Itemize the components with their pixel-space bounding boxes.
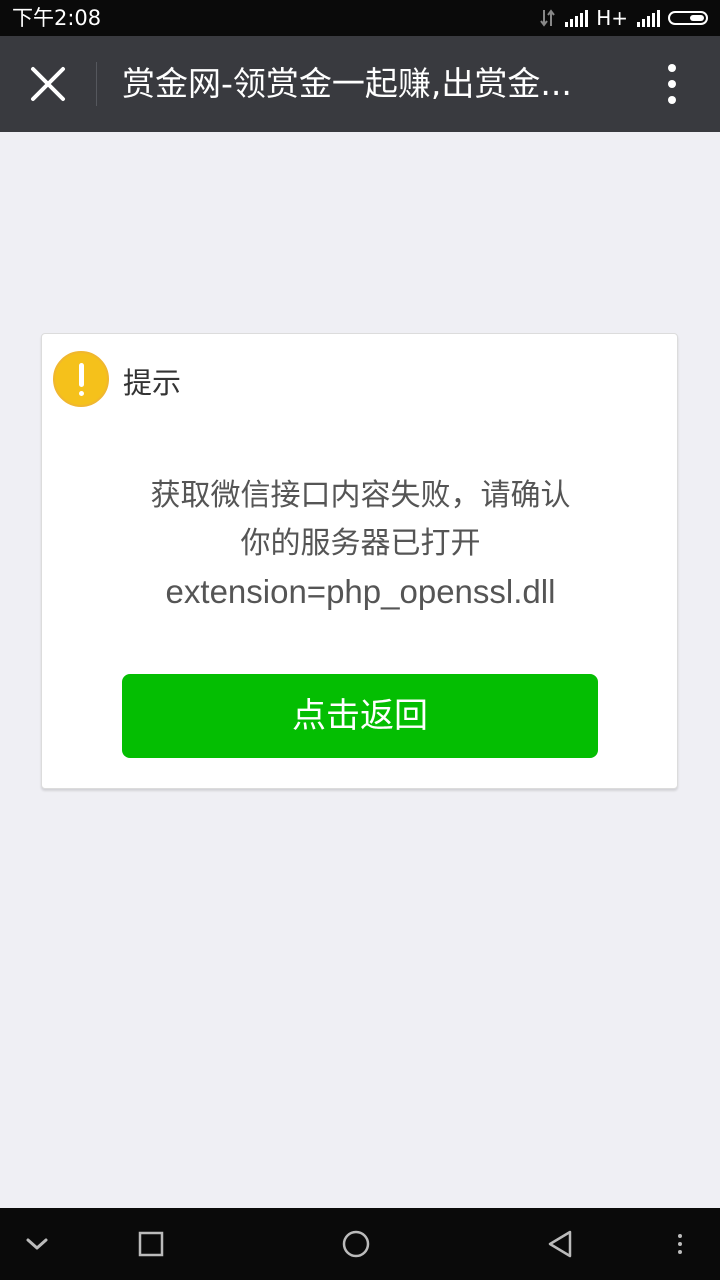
alert-dialog: 提示 获取微信接口内容失败，请确认 你的服务器已打开 extension=php…	[41, 333, 678, 789]
more-vertical-icon[interactable]	[656, 60, 688, 108]
network-type-label: H+	[596, 6, 628, 30]
message-line: 你的服务器已打开	[240, 526, 481, 561]
system-nav-bar	[0, 1208, 720, 1280]
warning-icon	[53, 351, 109, 407]
status-time: 下午2:08	[12, 6, 102, 30]
status-bar: 下午2:08 H+	[0, 0, 720, 36]
close-icon[interactable]	[24, 60, 72, 108]
battery-icon	[668, 11, 708, 25]
message-line: extension=php_openssl.dll	[165, 573, 556, 610]
data-transfer-icon	[540, 9, 556, 27]
back-triangle-icon[interactable]	[542, 1226, 578, 1262]
recents-square-icon[interactable]	[133, 1226, 169, 1262]
dialog-message: 获取微信接口内容失败，请确认 你的服务器已打开 extension=php_op…	[62, 472, 659, 616]
status-icons: H+	[540, 6, 708, 30]
chevron-down-icon[interactable]	[19, 1226, 55, 1262]
page-title: 赏金网-领赏金一起赚,出赏金...	[122, 64, 572, 103]
dialog-title: 提示	[123, 366, 182, 400]
title-bar: 赏金网-领赏金一起赚,出赏金...	[0, 36, 720, 132]
menu-dots-icon[interactable]	[662, 1226, 698, 1262]
home-circle-icon[interactable]	[338, 1226, 374, 1262]
signal-icon	[565, 10, 589, 27]
signal-icon-secondary	[637, 10, 660, 27]
back-button[interactable]: 点击返回	[122, 674, 598, 758]
message-line: 获取微信接口内容失败，请确认	[150, 478, 571, 513]
title-divider	[96, 62, 97, 106]
